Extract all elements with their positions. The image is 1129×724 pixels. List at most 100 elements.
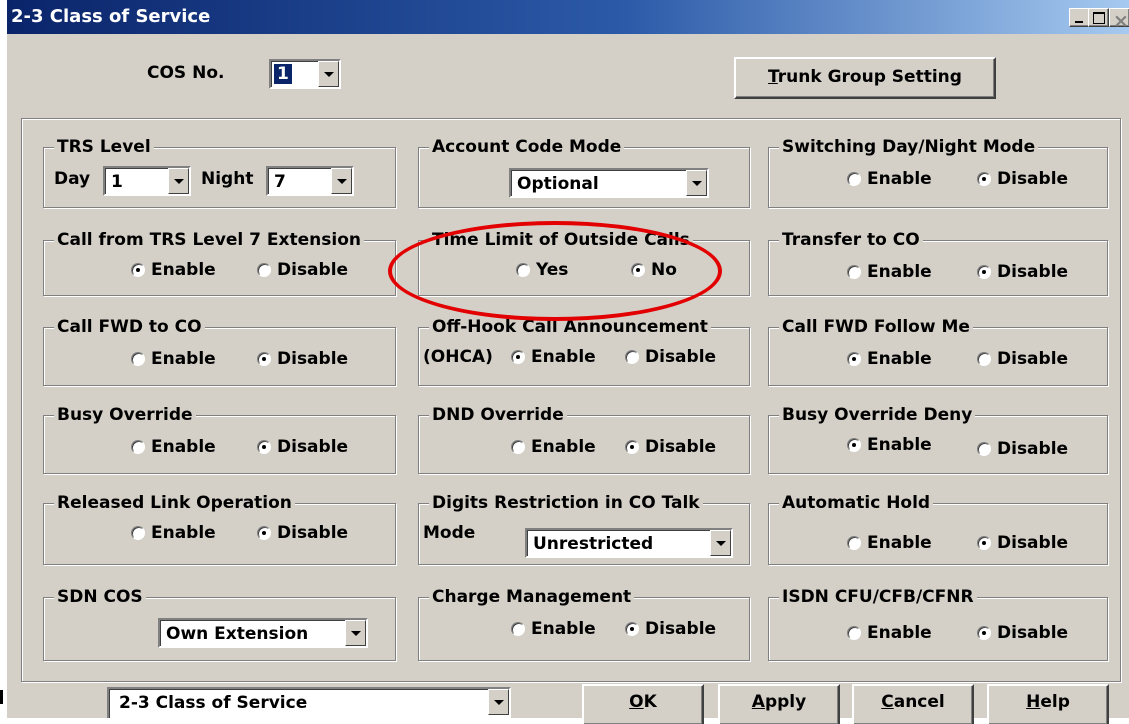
radio-no[interactable]: No bbox=[631, 259, 677, 281]
radio-icon[interactable] bbox=[847, 536, 861, 550]
radio-enable[interactable]: Enable bbox=[847, 261, 932, 283]
radio-icon[interactable] bbox=[847, 172, 861, 186]
radio-enable[interactable]: Enable bbox=[847, 348, 932, 370]
radio-icon[interactable] bbox=[625, 440, 639, 454]
radio-disable[interactable]: Disable bbox=[625, 436, 716, 458]
title-bar: 2-3 Class of Service bbox=[7, 0, 1129, 38]
radio-icon[interactable] bbox=[257, 526, 271, 540]
night-select[interactable]: 7 bbox=[266, 166, 354, 196]
radio-icon[interactable] bbox=[977, 626, 991, 640]
chevron-down-icon[interactable] bbox=[168, 168, 189, 194]
radio-icon[interactable] bbox=[511, 440, 525, 454]
group-account-code-mode: Account Code Mode Optional bbox=[418, 136, 750, 208]
radio-disable[interactable]: Disable bbox=[977, 622, 1068, 644]
group-sdn-cos: SDN COS Own Extension bbox=[43, 586, 396, 661]
radio-disable[interactable]: Disable bbox=[625, 618, 716, 640]
trunk-group-setting-button[interactable]: Trunk Group Setting bbox=[734, 57, 996, 99]
group-ohca: Off-Hook Call Announcement (OHCA) Enable… bbox=[418, 316, 750, 386]
radio-icon[interactable] bbox=[847, 626, 861, 640]
group-call-from-trs7: Call from TRS Level 7 Extension Enable D… bbox=[43, 229, 396, 296]
group-title: Off-Hook Call Announcement bbox=[429, 316, 711, 338]
radio-enable[interactable]: Enable bbox=[847, 532, 932, 554]
night-label: Night bbox=[201, 169, 254, 189]
radio-icon[interactable] bbox=[847, 438, 861, 452]
ok-button[interactable]: OK bbox=[582, 684, 704, 724]
group-transfer-to-co: Transfer to CO Enable Disable bbox=[768, 229, 1108, 296]
radio-icon[interactable] bbox=[631, 263, 645, 277]
radio-disable[interactable]: Disable bbox=[977, 438, 1068, 460]
radio-disable[interactable]: Disable bbox=[977, 168, 1068, 190]
radio-icon[interactable] bbox=[847, 352, 861, 366]
group-title: Automatic Hold bbox=[779, 492, 934, 514]
group-title: SDN COS bbox=[54, 586, 146, 608]
help-button[interactable]: Help bbox=[987, 684, 1109, 724]
group-busy-override: Busy Override Enable Disable bbox=[43, 404, 396, 474]
radio-disable[interactable]: Disable bbox=[257, 348, 348, 370]
radio-enable[interactable]: Enable bbox=[131, 348, 216, 370]
apply-button[interactable]: Apply bbox=[718, 684, 840, 724]
chevron-down-icon[interactable] bbox=[488, 689, 509, 715]
chevron-down-icon[interactable] bbox=[331, 168, 352, 194]
radio-icon[interactable] bbox=[257, 440, 271, 454]
class-of-service-window: 2-3 Class of Service COS No. 1 Trunk Gro… bbox=[5, 0, 1129, 724]
group-call-fwd-to-co: Call FWD to CO Enable Disable bbox=[43, 316, 396, 386]
group-title: ISDN CFU/CFB/CFNR bbox=[779, 586, 977, 608]
radio-icon[interactable] bbox=[131, 526, 145, 540]
radio-disable[interactable]: Disable bbox=[625, 346, 716, 368]
group-released-link-operation: Released Link Operation Enable Disable bbox=[43, 492, 396, 565]
radio-enable[interactable]: Enable bbox=[131, 436, 216, 458]
chevron-down-icon[interactable] bbox=[686, 170, 707, 196]
radio-disable[interactable]: Disable bbox=[977, 261, 1068, 283]
radio-icon[interactable] bbox=[131, 352, 145, 366]
radio-disable[interactable]: Disable bbox=[257, 522, 348, 544]
page-select[interactable]: 2-3 Class of Service bbox=[107, 687, 511, 718]
radio-enable[interactable]: Enable bbox=[847, 168, 932, 190]
group-title: Busy Override bbox=[54, 404, 196, 426]
radio-icon[interactable] bbox=[131, 440, 145, 454]
maximize-button[interactable] bbox=[1088, 8, 1109, 27]
chevron-down-icon[interactable] bbox=[345, 620, 366, 646]
radio-icon[interactable] bbox=[625, 622, 639, 636]
mode-label: Mode bbox=[423, 523, 476, 543]
cos-no-select[interactable]: 1 bbox=[269, 59, 341, 89]
radio-icon[interactable] bbox=[847, 265, 861, 279]
radio-enable[interactable]: Enable bbox=[511, 346, 596, 368]
radio-disable[interactable]: Disable bbox=[977, 348, 1068, 370]
radio-enable[interactable]: Enable bbox=[511, 436, 596, 458]
digits-restriction-select[interactable]: Unrestricted bbox=[525, 528, 733, 558]
radio-enable[interactable]: Enable bbox=[131, 522, 216, 544]
radio-icon[interactable] bbox=[511, 350, 525, 364]
radio-icon[interactable] bbox=[516, 263, 530, 277]
night-value: 7 bbox=[274, 172, 286, 192]
radio-enable[interactable]: Enable bbox=[511, 618, 596, 640]
account-code-select[interactable]: Optional bbox=[509, 168, 709, 198]
radio-disable[interactable]: Disable bbox=[257, 436, 348, 458]
radio-icon[interactable] bbox=[625, 350, 639, 364]
radio-icon[interactable] bbox=[977, 442, 991, 456]
sdn-cos-select[interactable]: Own Extension bbox=[158, 618, 368, 648]
radio-disable[interactable]: Disable bbox=[977, 532, 1068, 554]
radio-icon[interactable] bbox=[257, 352, 271, 366]
group-digits-restriction: Digits Restriction in CO Talk Mode Unres… bbox=[418, 492, 750, 565]
day-select[interactable]: 1 bbox=[103, 166, 191, 196]
radio-enable[interactable]: Enable bbox=[131, 259, 216, 281]
radio-icon[interactable] bbox=[977, 172, 991, 186]
group-title: Charge Management bbox=[429, 586, 635, 608]
radio-icon[interactable] bbox=[257, 263, 271, 277]
group-title: Call FWD to CO bbox=[54, 316, 205, 338]
radio-enable[interactable]: Enable bbox=[847, 434, 932, 456]
radio-icon[interactable] bbox=[977, 536, 991, 550]
radio-icon[interactable] bbox=[511, 622, 525, 636]
radio-icon[interactable] bbox=[977, 265, 991, 279]
radio-disable[interactable]: Disable bbox=[257, 259, 348, 281]
group-title: Time Limit of Outside Calls bbox=[429, 229, 693, 251]
close-button[interactable] bbox=[1109, 4, 1129, 38]
minimize-button[interactable] bbox=[1069, 8, 1090, 27]
radio-enable[interactable]: Enable bbox=[847, 622, 932, 644]
radio-icon[interactable] bbox=[977, 352, 991, 366]
radio-icon[interactable] bbox=[131, 263, 145, 277]
chevron-down-icon[interactable] bbox=[318, 61, 339, 87]
cancel-button[interactable]: Cancel bbox=[852, 684, 974, 724]
radio-yes[interactable]: Yes bbox=[516, 259, 568, 281]
chevron-down-icon[interactable] bbox=[710, 530, 731, 556]
